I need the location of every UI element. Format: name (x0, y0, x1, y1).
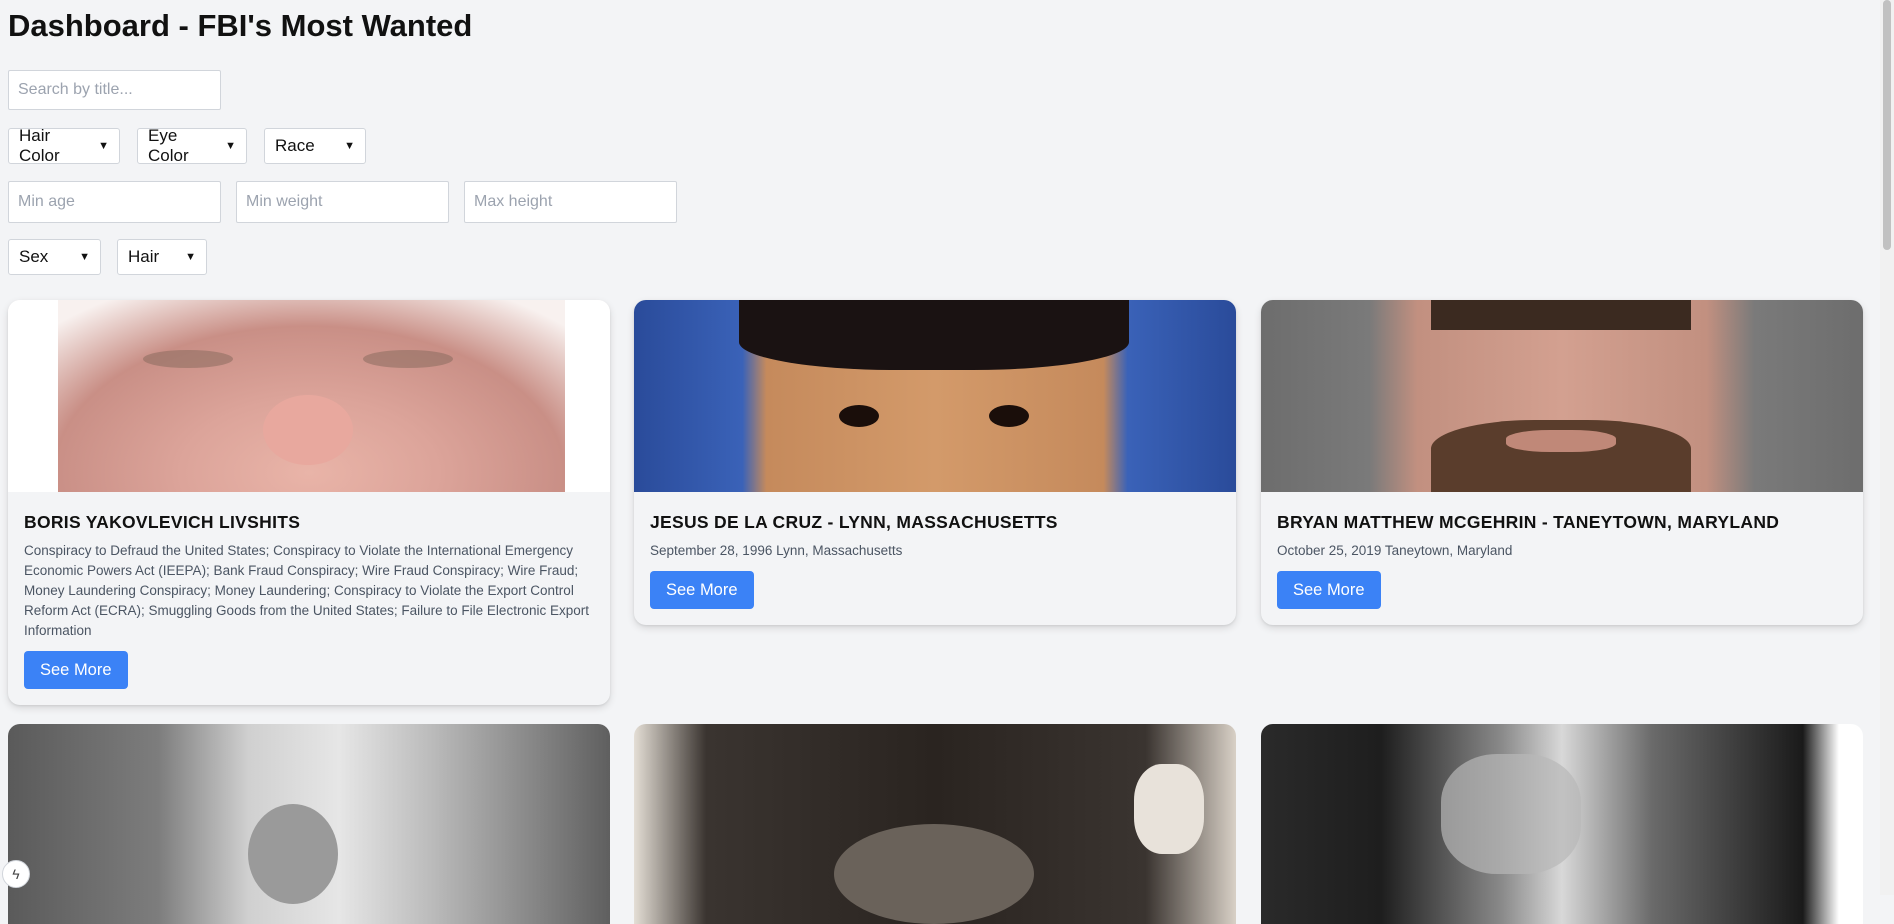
wanted-card: JESUS DE LA CRUZ - LYNN, MASSACHUSETTS S… (634, 300, 1236, 625)
wanted-photo (8, 300, 610, 492)
see-more-button[interactable]: See More (24, 651, 128, 689)
eye-color-select[interactable]: Eye Color ▼ (137, 126, 247, 165)
see-more-button[interactable]: See More (650, 571, 754, 609)
search-input[interactable] (8, 70, 221, 110)
hair-color-select-label: Hair Color (19, 126, 60, 165)
chevron-down-icon: ▼ (225, 140, 236, 152)
race-select[interactable]: Race ▼ (264, 128, 366, 164)
min-age-input[interactable] (8, 181, 221, 223)
wanted-card-photo (8, 724, 610, 924)
wanted-photo (634, 300, 1236, 492)
max-height-input[interactable] (464, 181, 677, 223)
wanted-photo (1261, 300, 1863, 492)
card-description: September 28, 1996 Lynn, Massachusetts (650, 543, 903, 558)
sex-select[interactable]: Sex ▼ (8, 239, 101, 275)
see-more-button[interactable]: See More (1277, 571, 1381, 609)
wanted-card: BRYAN MATTHEW MCGEHRIN - TANEYTOWN, MARY… (1261, 300, 1863, 625)
vertical-scrollbar[interactable] (1880, 0, 1894, 895)
card-title: BRYAN MATTHEW MCGEHRIN - TANEYTOWN, MARY… (1277, 512, 1780, 532)
page-title: Dashboard - FBI's Most Wanted (8, 8, 473, 43)
card-title: JESUS DE LA CRUZ - LYNN, MASSACHUSETTS (650, 512, 1058, 532)
race-select-label: Race (275, 136, 315, 155)
sex-select-label: Sex (19, 247, 49, 266)
hair-color-select[interactable]: Hair Color ▼ (8, 126, 120, 165)
wanted-card-photo (634, 724, 1236, 924)
chevron-down-icon: ▼ (98, 140, 109, 152)
eye-color-select-label: Eye Color (148, 126, 189, 165)
scrollbar-thumb[interactable] (1883, 0, 1891, 250)
card-title: BORIS YAKOVLEVICH LIVSHITS (24, 512, 301, 532)
hair-select-label: Hair (128, 247, 160, 266)
chevron-down-icon: ▼ (185, 251, 196, 263)
hair-select[interactable]: Hair ▼ (117, 239, 207, 275)
chevron-down-icon: ▼ (344, 140, 355, 152)
min-weight-input[interactable] (236, 181, 449, 223)
chevron-down-icon: ▼ (79, 251, 90, 263)
wanted-card: BORIS YAKOVLEVICH LIVSHITS Conspiracy to… (8, 300, 610, 705)
card-description: October 25, 2019 Taneytown, Maryland (1277, 543, 1513, 558)
wanted-card-photo (1261, 724, 1863, 924)
bolt-icon[interactable]: ϟ (2, 860, 30, 888)
card-description: Conspiracy to Defraud the United States;… (24, 543, 589, 638)
